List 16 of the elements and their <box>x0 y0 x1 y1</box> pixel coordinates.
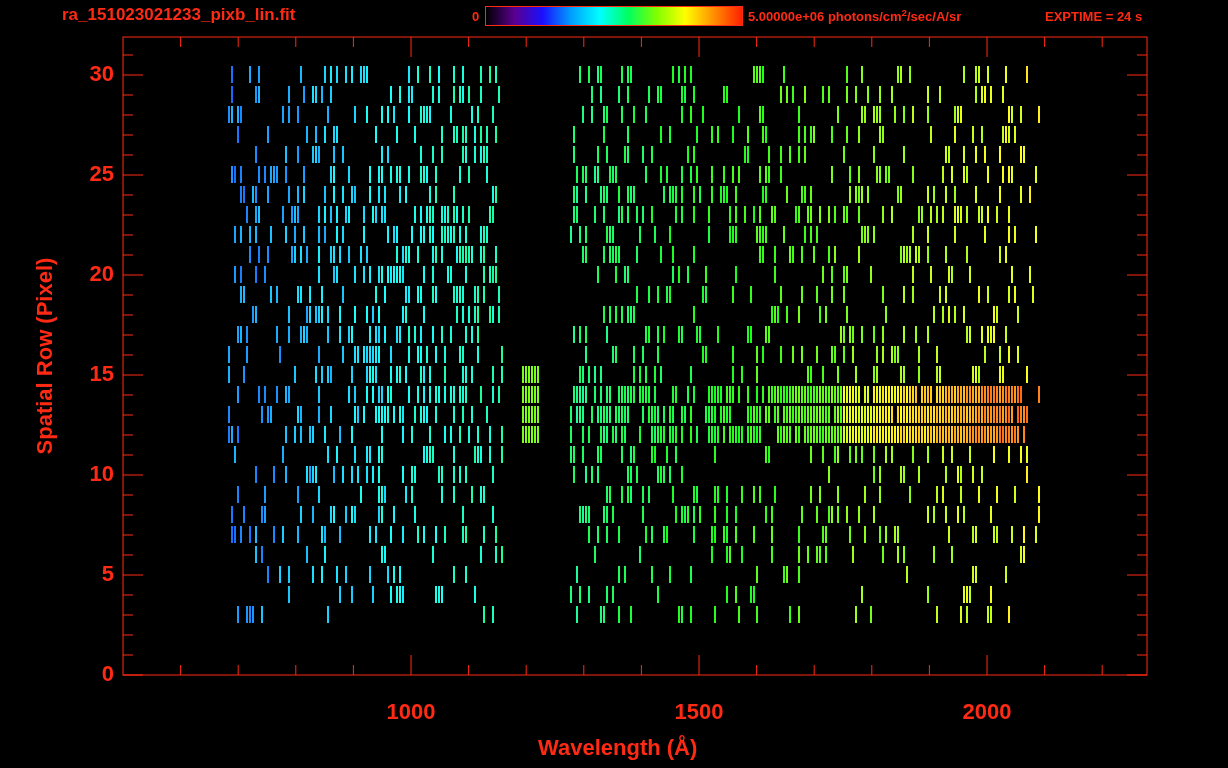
y-tick-label: 5 <box>100 563 114 585</box>
y-tick-label: 0 <box>100 663 114 685</box>
x-tick-label: 2000 <box>961 701 1013 723</box>
x-tick-label: 1500 <box>673 701 725 723</box>
y-tick-label: 25 <box>88 163 114 185</box>
exposure-time: EXPTIME = 24 s <box>1045 10 1143 23</box>
y-tick-label: 20 <box>88 263 114 285</box>
y-tick-label: 10 <box>88 463 114 485</box>
file-title: ra_151023021233_pixb_lin.fit <box>62 6 296 23</box>
y-tick-label: 15 <box>88 363 114 385</box>
x-tick-label: 1000 <box>385 701 437 723</box>
y-tick-label: 30 <box>88 63 114 85</box>
colorbar-min-label: 0 <box>472 10 480 23</box>
x-axis-label: Wavelength (Å) <box>538 737 698 759</box>
colorbar-max-label: 5.00000e+06 photons/cm$^{2}$/sec/A/sr <box>748 10 962 23</box>
y-axis-label: Spatial Row (Pixel) <box>34 256 56 457</box>
